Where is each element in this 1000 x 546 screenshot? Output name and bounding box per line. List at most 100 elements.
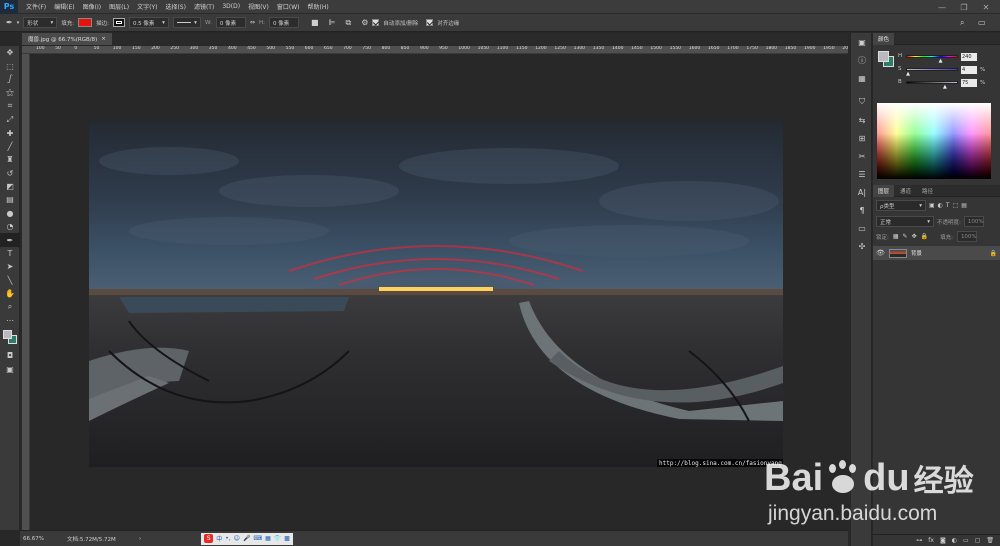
filter-pixel-icon[interactable]: ▣ <box>929 202 935 209</box>
color-spectrum-ramp[interactable] <box>877 103 991 179</box>
menu-image[interactable]: 图像(I) <box>79 2 105 11</box>
brush-tool-icon[interactable]: ╱ <box>0 140 20 153</box>
eraser-tool-icon[interactable]: ◩ <box>0 180 20 193</box>
hand-tool-icon[interactable]: ✋ <box>0 287 20 300</box>
toolbox-icon[interactable]: ▦ <box>265 535 271 542</box>
menu-file[interactable]: 文件(F) <box>22 2 50 11</box>
menu-layer[interactable]: 图层(L) <box>105 2 133 11</box>
healing-brush-tool-icon[interactable]: ✚ <box>0 126 20 139</box>
layer-filter-select[interactable]: ρ类型 ▾ <box>876 200 926 211</box>
lock-all-icon[interactable]: 🔒 <box>921 233 928 240</box>
saturation-slider-thumb[interactable]: ▲ <box>906 71 910 77</box>
tool-mode-select[interactable]: 形状 ▾ <box>23 17 58 28</box>
dodge-tool-icon[interactable]: ◔ <box>0 220 20 233</box>
properties-icon[interactable]: ☰ <box>851 165 873 183</box>
history-panel-icon[interactable]: ▣ <box>851 33 873 51</box>
path-alignment-icon[interactable]: ⊫ <box>329 18 336 27</box>
width-field[interactable]: 0 像素 <box>215 17 246 28</box>
color-panel-foreground[interactable] <box>878 51 889 62</box>
saturation-value[interactable]: 4 <box>961 66 977 74</box>
path-arrangement-icon[interactable]: ⧉ <box>345 18 351 28</box>
sogou-logo[interactable]: S <box>204 534 214 543</box>
foreground-color-swatch[interactable] <box>3 330 12 340</box>
lock-pixels-icon[interactable]: ✎ <box>903 233 908 240</box>
brightness-slider-thumb[interactable]: ▲ <box>943 84 947 90</box>
workspace-icon[interactable]: ▭ <box>978 18 986 27</box>
link-layers-icon[interactable]: ⊶ <box>916 537 922 544</box>
paragraph-panel-icon[interactable]: ¶ <box>851 201 873 219</box>
align-edges-checkbox[interactable] <box>426 19 434 26</box>
new-layer-icon[interactable]: ▢ <box>975 537 981 544</box>
menu-3d[interactable]: 3D(D) <box>218 3 244 10</box>
close-window-button[interactable]: ✕ <box>978 0 994 14</box>
punctuation-icon[interactable]: •, <box>225 535 230 542</box>
type-tool-icon[interactable]: T <box>0 247 20 260</box>
marquee-tool-icon[interactable]: ⬚ <box>0 59 20 72</box>
auto-add-delete-checkbox[interactable] <box>372 19 380 26</box>
close-tab-icon[interactable]: × <box>101 36 106 42</box>
screen-mode-icon[interactable]: ▣ <box>0 363 20 376</box>
ime-language[interactable]: 中 <box>216 534 222 543</box>
history-brush-tool-icon[interactable]: ↺ <box>0 167 20 180</box>
link-dimensions-icon[interactable]: ⇔ <box>250 19 255 26</box>
lock-position-icon[interactable]: ✥ <box>912 233 917 240</box>
quick-mask-icon[interactable]: ◘ <box>0 349 20 362</box>
add-mask-icon[interactable]: ◙ <box>940 537 946 544</box>
layer-row-background[interactable]: 👁 背景 🔒 <box>873 246 1000 260</box>
menu-window[interactable]: 窗口(W) <box>273 2 304 11</box>
pen-tool-icon-active[interactable]: ✒ <box>0 233 20 247</box>
skin-icon[interactable]: 👕 <box>274 535 281 542</box>
line-tool-icon[interactable]: ╲ <box>0 274 20 287</box>
status-menu-arrow[interactable]: › <box>139 536 141 542</box>
adjustments-icon[interactable]: ⇆ <box>851 111 873 129</box>
saturation-slider[interactable] <box>906 68 958 71</box>
menu-filter[interactable]: 滤镜(T) <box>190 2 218 11</box>
hue-value[interactable]: 240 <box>961 53 977 61</box>
tab-layers[interactable]: 图层 <box>873 184 895 197</box>
hue-slider[interactable] <box>906 55 958 58</box>
clone-source-icon[interactable]: ⊞ <box>851 129 873 147</box>
brightness-slider[interactable] <box>906 81 958 84</box>
chevron-down-icon[interactable]: ▾ <box>17 20 20 26</box>
more-ime-icon[interactable]: ▩ <box>284 535 290 542</box>
menu-help[interactable]: 帮助(H) <box>304 2 333 11</box>
stroke-width-field[interactable]: 0.5 像素 ▾ <box>128 17 169 28</box>
lock-transparent-icon[interactable]: ▦ <box>893 233 899 240</box>
zoom-level[interactable]: 66.67% <box>23 536 63 542</box>
magic-wand-tool-icon[interactable]: ⚝ <box>0 86 20 99</box>
new-group-icon[interactable]: ▭ <box>963 537 969 544</box>
filter-smart-icon[interactable]: ▤ <box>961 202 967 209</box>
layer-style-icon[interactable]: fx <box>928 537 934 544</box>
tool-presets-icon[interactable]: ✂ <box>851 147 873 165</box>
emoji-icon[interactable]: ☺ <box>234 535 240 542</box>
gradient-tool-icon[interactable]: ▤ <box>0 193 20 206</box>
tab-color[interactable]: 颜色 <box>873 32 895 45</box>
clone-stamp-tool-icon[interactable]: ♜ <box>0 153 20 166</box>
3d-panel-icon[interactable]: ✣ <box>851 237 873 255</box>
menu-type[interactable]: 文字(Y) <box>133 2 161 11</box>
path-selection-tool-icon[interactable]: ➤ <box>0 260 20 273</box>
search-icon[interactable]: ⌕ <box>960 18 964 28</box>
opacity-field[interactable]: 100% <box>963 216 984 227</box>
blend-mode-select[interactable]: 正常 ▾ <box>876 216 934 227</box>
filter-type-icon[interactable]: T <box>946 202 950 209</box>
styles-panel-icon[interactable]: ▭ <box>851 219 873 237</box>
panorama-image[interactable]: http://blog.sina.com.cn/fasionyang <box>89 121 783 467</box>
tab-channels[interactable]: 通道 <box>895 185 916 197</box>
fill-field[interactable]: 100% <box>956 231 977 242</box>
delete-layer-icon[interactable]: 🗑 <box>986 537 994 544</box>
brightness-value[interactable]: 75 <box>961 79 977 87</box>
document-tab[interactable]: 魔兽.jpg @ 66.7%(RGB/8) × <box>22 33 112 45</box>
more-tools-icon[interactable]: ⋯ <box>0 314 20 327</box>
info-panel-icon[interactable]: ⓘ <box>851 51 873 69</box>
menu-view[interactable]: 视图(V) <box>244 2 273 11</box>
keyboard-icon[interactable]: ⌨ <box>253 535 262 542</box>
path-operations-icon[interactable]: ■ <box>311 18 319 27</box>
restore-button[interactable]: ❐ <box>956 0 972 14</box>
visibility-eye-icon[interactable]: 👁 <box>876 249 885 257</box>
stroke-type-select[interactable]: ▾ <box>172 17 201 28</box>
move-tool-icon[interactable]: ✥ <box>0 46 20 59</box>
filter-adjust-icon[interactable]: ◐ <box>938 202 943 209</box>
hue-slider-thumb[interactable]: ▲ <box>939 58 943 64</box>
new-adjustment-icon[interactable]: ◐ <box>952 537 957 544</box>
